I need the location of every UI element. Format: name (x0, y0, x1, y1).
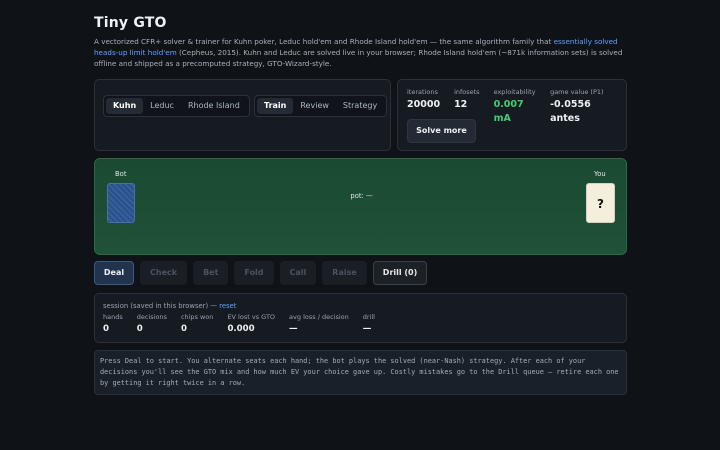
session-stat-hands: hands 0 (103, 313, 123, 335)
reset-link[interactable]: reset (219, 302, 236, 310)
bot-card-back (107, 183, 135, 223)
game-tab-leduc[interactable]: Leduc (143, 98, 181, 114)
stat-game-value: game value (P1) -0.0556 antes (550, 88, 612, 126)
game-tab-kuhn[interactable]: Kuhn (106, 98, 144, 114)
game-selector: Kuhn Leduc Rhode Island (103, 95, 250, 117)
stat-label: hands (103, 313, 123, 321)
session-stat-drill: drill — (363, 313, 375, 335)
mode-selector: Train Review Strategy (254, 95, 388, 117)
stat-label: game value (P1) (550, 88, 604, 96)
game-tab-rhode-island[interactable]: Rhode Island (181, 98, 247, 114)
bet-button[interactable]: Bet (193, 261, 229, 285)
fold-button[interactable]: Fold (234, 261, 274, 285)
stat-value: 0 (103, 324, 109, 334)
stat-value: 20000 (407, 99, 441, 110)
deal-button[interactable]: Deal (94, 261, 134, 285)
stat-value: -0.0556 antes (550, 99, 591, 124)
bot-seat-label: Bot (115, 170, 127, 178)
action-bar: Deal Check Bet Fold Call Raise Drill (0) (94, 261, 433, 285)
session-stats: hands 0 decisions 0 chips won 0 EV lost … (103, 313, 389, 335)
stat-label: drill (362, 313, 375, 321)
check-button[interactable]: Check (140, 261, 188, 285)
stat-value: 0.007 mA (493, 99, 524, 124)
stat-value: — (289, 324, 298, 334)
pot-value: — (365, 192, 373, 200)
stat-label: chips won (180, 313, 214, 321)
session-heading-text: session (saved in this browser) — (103, 302, 220, 310)
stat-label: infosets (454, 88, 480, 96)
stat-label: decisions (136, 313, 167, 321)
mode-tab-review[interactable]: Review (293, 98, 336, 114)
player-seat-label: You (594, 170, 606, 178)
poker-table: Bot pot: — You ? (94, 158, 627, 255)
raise-button[interactable]: Raise (322, 261, 367, 285)
pot-display: pot: — (95, 192, 626, 200)
instructions-log: Press Deal to start. You alternate seats… (94, 350, 627, 395)
drill-button[interactable]: Drill (0) (372, 261, 428, 285)
stat-value: 12 (454, 99, 468, 110)
call-button[interactable]: Call (279, 261, 317, 285)
player-card: ? (586, 183, 615, 223)
mode-tab-train[interactable]: Train (257, 98, 294, 114)
session-stat-chips-won: chips won 0 (181, 313, 214, 335)
game-mode-panel: Kuhn Leduc Rhode Island Train Review Str… (94, 79, 391, 151)
stat-label: iterations (407, 88, 438, 96)
session-stat-ev-lost: EV lost vs GTO 0.000 (227, 313, 275, 335)
stat-label: avg loss / decision (289, 313, 349, 321)
session-panel: session (saved in this browser) — reset … (94, 293, 627, 343)
stat-value: 0.000 (227, 324, 255, 334)
page-title: Tiny GTO (94, 15, 167, 31)
stat-value: — (362, 324, 372, 334)
stat-label: exploitability (493, 88, 536, 96)
intro-text: A vectorized CFR+ solver & trainer for K… (94, 36, 627, 70)
stat-exploitability: exploitability 0.007 mA (494, 88, 537, 126)
mode-tab-strategy[interactable]: Strategy (336, 98, 384, 114)
stat-label: EV lost vs GTO (227, 313, 276, 321)
stat-value: 0 (180, 324, 187, 334)
session-stat-avg-loss: avg loss / decision — (289, 313, 349, 335)
stat-value: 0 (136, 324, 143, 334)
session-stat-decisions: decisions 0 (137, 313, 167, 335)
solver-panel: iterations 20000 infosets 12 exploitabil… (397, 79, 627, 151)
pot-label: pot: (350, 192, 364, 200)
intro-text-start: A vectorized CFR+ solver & trainer for K… (94, 37, 554, 46)
session-heading: session (saved in this browser) — reset (103, 302, 236, 310)
solve-more-button[interactable]: Solve more (407, 119, 476, 143)
